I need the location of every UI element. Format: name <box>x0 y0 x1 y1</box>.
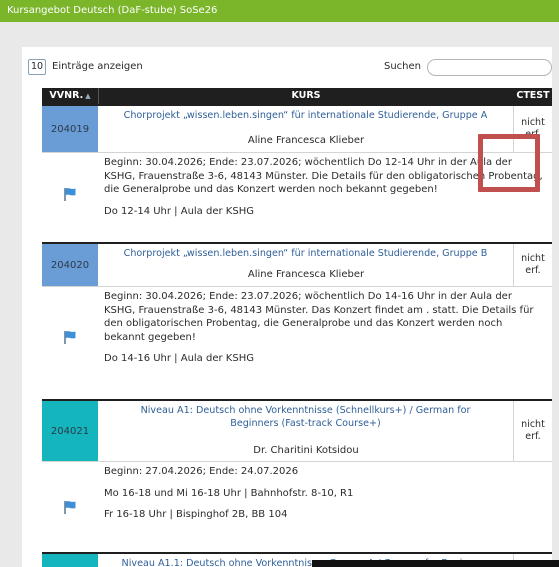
page-header: Kursangebot Deutsch (DaF-stube) SoSe26 <box>0 0 559 22</box>
ctest-cell: nicht erf. <box>521 253 545 276</box>
flag-cell <box>42 287 98 387</box>
search-input[interactable] <box>427 59 552 76</box>
page-margin <box>552 47 559 567</box>
column-header-vvnr-label: VVNR. <box>49 90 84 101</box>
course-title-link[interactable]: Niveau A1: Deutsch ohne Vorkenntnisse (S… <box>106 404 505 430</box>
course-teacher: Aline Francesca Klieber <box>247 135 365 146</box>
course-table-panel: 10 Einträge anzeigen Suchen VVNR. ▲ KURS … <box>22 47 552 567</box>
blue-flag-icon[interactable] <box>62 186 78 202</box>
course-schedule: Fr 16-18 Uhr | Bispinghof 2B, BB 104 <box>104 509 288 520</box>
course-detail-text: Beginn: 27.04.2026; Ende: 24.07.2026 <box>104 466 299 477</box>
course-detail-row: Beginn: 30.04.2026; Ende: 23.07.2026; wö… <box>42 152 552 234</box>
page-title: Kursangebot Deutsch (DaF-stube) SoSe26 <box>7 5 218 16</box>
vvnr-cell: 204020 <box>42 244 98 286</box>
flag-cell <box>42 462 98 552</box>
table-controls: 10 Einträge anzeigen Suchen <box>22 47 552 87</box>
course-title-link[interactable]: Chorprojekt „wissen.leben.singen“ für in… <box>106 247 505 260</box>
flag-cell <box>42 153 98 234</box>
overlay-bar <box>312 560 559 567</box>
blue-flag-icon[interactable] <box>62 499 78 515</box>
course-schedule: Mo 16-18 und Mi 16-18 Uhr | Bahnhofstr. … <box>104 487 354 499</box>
page-length-label: Einträge anzeigen <box>52 61 143 72</box>
table-row: 204021 Niveau A1: Deutsch ohne Vorkenntn… <box>42 401 552 461</box>
course-detail-row: Beginn: 27.04.2026; Ende: 24.07.2026 Mo … <box>42 461 552 552</box>
course-detail: Beginn: 30.04.2026; Ende: 23.07.2026; wö… <box>98 287 552 366</box>
blue-flag-icon[interactable] <box>62 329 78 345</box>
course-title-link[interactable]: Chorprojekt „wissen.leben.singen“ für in… <box>106 109 505 122</box>
course-cell: Chorprojekt „wissen.leben.singen“ für in… <box>98 106 514 152</box>
course-detail: Beginn: 27.04.2026; Ende: 24.07.2026 Mo … <box>98 462 552 522</box>
table-row: 204019 Chorprojekt „wissen.leben.singen“… <box>42 106 552 152</box>
course-block: 204020 Chorprojekt „wissen.leben.singen“… <box>42 242 552 387</box>
table-row: 204020 Chorprojekt „wissen.leben.singen“… <box>42 244 552 286</box>
column-header-ctest[interactable]: CTEST <box>514 88 552 104</box>
vvnr-cell: 204021 <box>42 401 98 461</box>
vvnr-cell: 204019 <box>42 106 98 152</box>
course-detail-text: Beginn: 30.04.2026; Ende: 23.07.2026; wö… <box>104 291 534 343</box>
course-block: 204021 Niveau A1: Deutsch ohne Vorkenntn… <box>42 399 552 552</box>
course-teacher: Dr. Charitini Kotsidou <box>253 445 359 456</box>
course-schedule: Do 12-14 Uhr | Aula der KSHG <box>104 205 254 217</box>
search-label: Suchen <box>384 61 422 72</box>
course-cell: Chorprojekt „wissen.leben.singen“ für in… <box>98 244 514 286</box>
column-header-kurs[interactable]: KURS <box>98 88 514 104</box>
course-detail-row: Beginn: 30.04.2026; Ende: 23.07.2026; wö… <box>42 286 552 387</box>
ctest-highlight-box <box>478 134 540 192</box>
course-block: 204019 Chorprojekt „wissen.leben.singen“… <box>42 104 552 234</box>
column-header-vvnr[interactable]: VVNR. ▲ <box>42 88 99 104</box>
ctest-cell: nicht erf. <box>521 419 545 442</box>
course-teacher: Aline Francesca Klieber <box>247 269 365 280</box>
table-header: VVNR. ▲ KURS CTEST <box>42 88 552 104</box>
course-schedule: Do 14-16 Uhr | Aula der KSHG <box>104 353 254 364</box>
sort-asc-icon: ▲ <box>85 92 91 100</box>
course-cell: Niveau A1: Deutsch ohne Vorkenntnisse (S… <box>98 401 514 461</box>
page-length-select[interactable]: 10 <box>28 59 46 75</box>
vvnr-cell <box>42 554 98 567</box>
